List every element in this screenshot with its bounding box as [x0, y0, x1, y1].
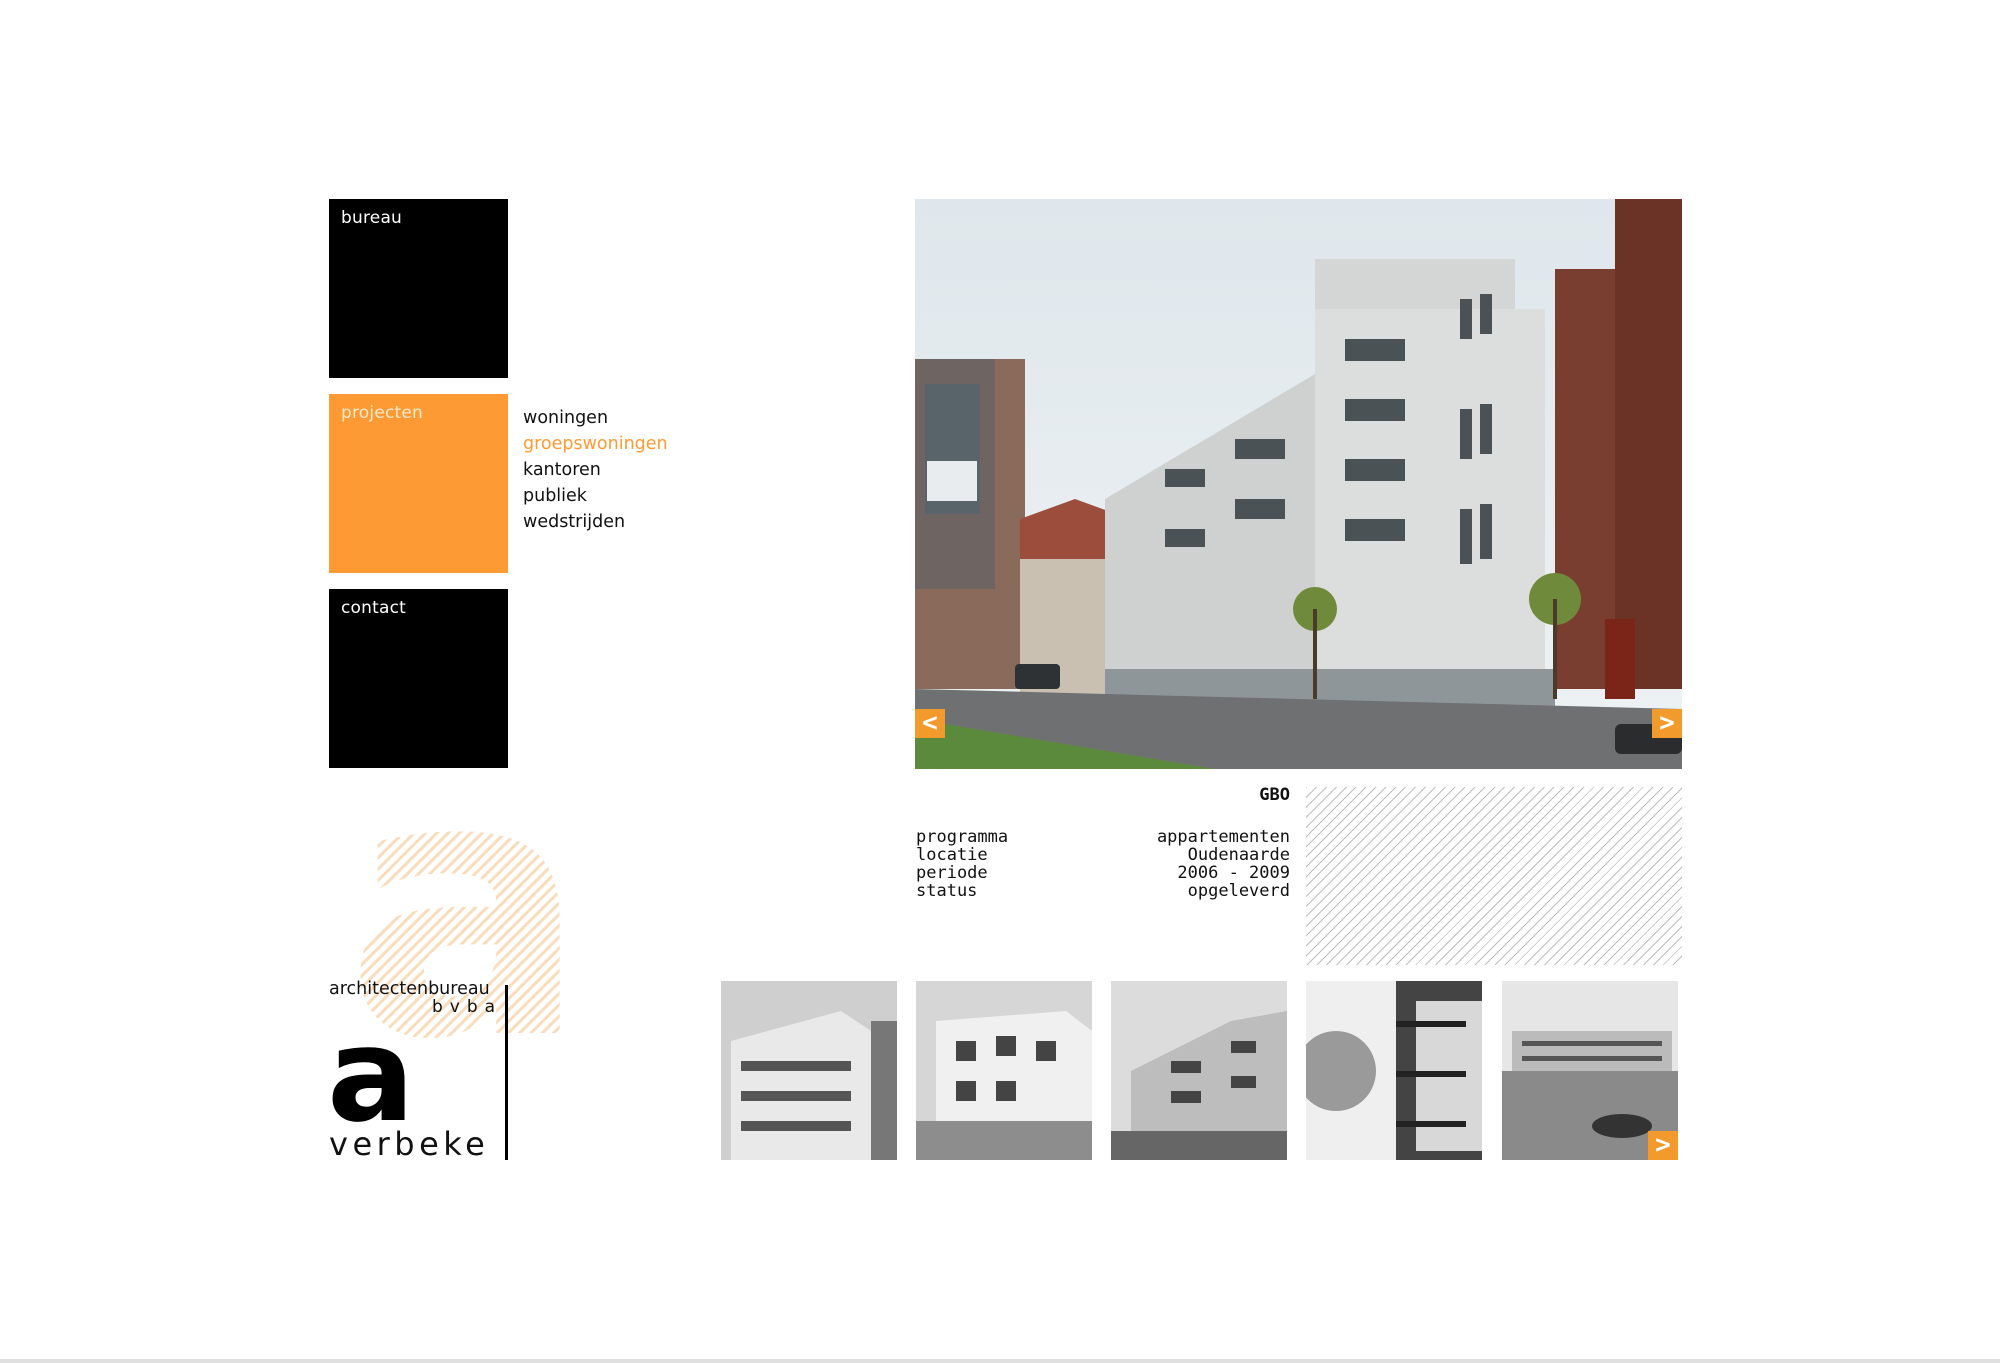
thumbnail-3-image — [1111, 981, 1287, 1160]
value-locatie: Oudenaarde — [1187, 845, 1290, 865]
label-periode: periode — [916, 863, 988, 883]
label-status: status — [916, 881, 978, 901]
logo-architectenbureau: architectenbureau — [329, 979, 490, 999]
thumbnail-1[interactable] — [721, 981, 897, 1160]
value-status: opgeleverd — [1187, 881, 1290, 901]
nav-bureau-label: bureau — [341, 208, 403, 228]
project-info-values: appartementen Oudenaarde 2006 - 2009 opg… — [1100, 828, 1290, 900]
submenu-wedstrijden[interactable]: wedstrijden — [523, 509, 668, 535]
footer-divider — [0, 1359, 2000, 1363]
logo-bvba: bvba — [432, 997, 503, 1017]
projecten-submenu: woningen groepswoningen kantoren publiek… — [523, 405, 668, 535]
label-locatie: locatie — [916, 845, 988, 865]
project-info-labels: programma locatie periode status — [916, 828, 1008, 900]
submenu-publiek[interactable]: publiek — [523, 483, 668, 509]
next-photo-arrow[interactable]: > — [1652, 709, 1682, 738]
main-project-photo: < > — [915, 199, 1682, 769]
thumbnails-next-arrow[interactable]: > — [1648, 1131, 1678, 1160]
logo-letter-a: a — [327, 999, 415, 1151]
value-periode: 2006 - 2009 — [1177, 863, 1290, 883]
submenu-kantoren[interactable]: kantoren — [523, 457, 668, 483]
submenu-groepswoningen[interactable]: groepswoningen — [523, 431, 668, 457]
submenu-woningen[interactable]: woningen — [523, 405, 668, 431]
thumbnail-3[interactable] — [1111, 981, 1287, 1160]
hatch-pattern-box — [1306, 787, 1682, 965]
logo-verbeke: verbeke — [329, 1125, 490, 1163]
nav-projecten-label: projecten — [341, 403, 424, 423]
logo-vertical-bar — [505, 985, 508, 1160]
label-programma: programma — [916, 827, 1009, 847]
nav-contact-label: contact — [341, 598, 407, 618]
nav-projecten[interactable]: projecten — [329, 394, 508, 573]
thumbnail-4[interactable] — [1306, 981, 1482, 1160]
thumbnail-4-image — [1306, 981, 1482, 1160]
prev-photo-arrow[interactable]: < — [915, 709, 945, 738]
nav-bureau[interactable]: bureau — [329, 199, 508, 378]
thumbnail-5[interactable]: > — [1502, 981, 1678, 1160]
apartment-building-photo — [915, 199, 1682, 769]
thumbnail-2-image — [916, 981, 1092, 1160]
value-programma: appartementen — [1156, 827, 1290, 847]
thumbnail-1-image — [721, 981, 897, 1160]
project-title: GBO — [1259, 785, 1290, 805]
thumbnail-2[interactable] — [916, 981, 1092, 1160]
